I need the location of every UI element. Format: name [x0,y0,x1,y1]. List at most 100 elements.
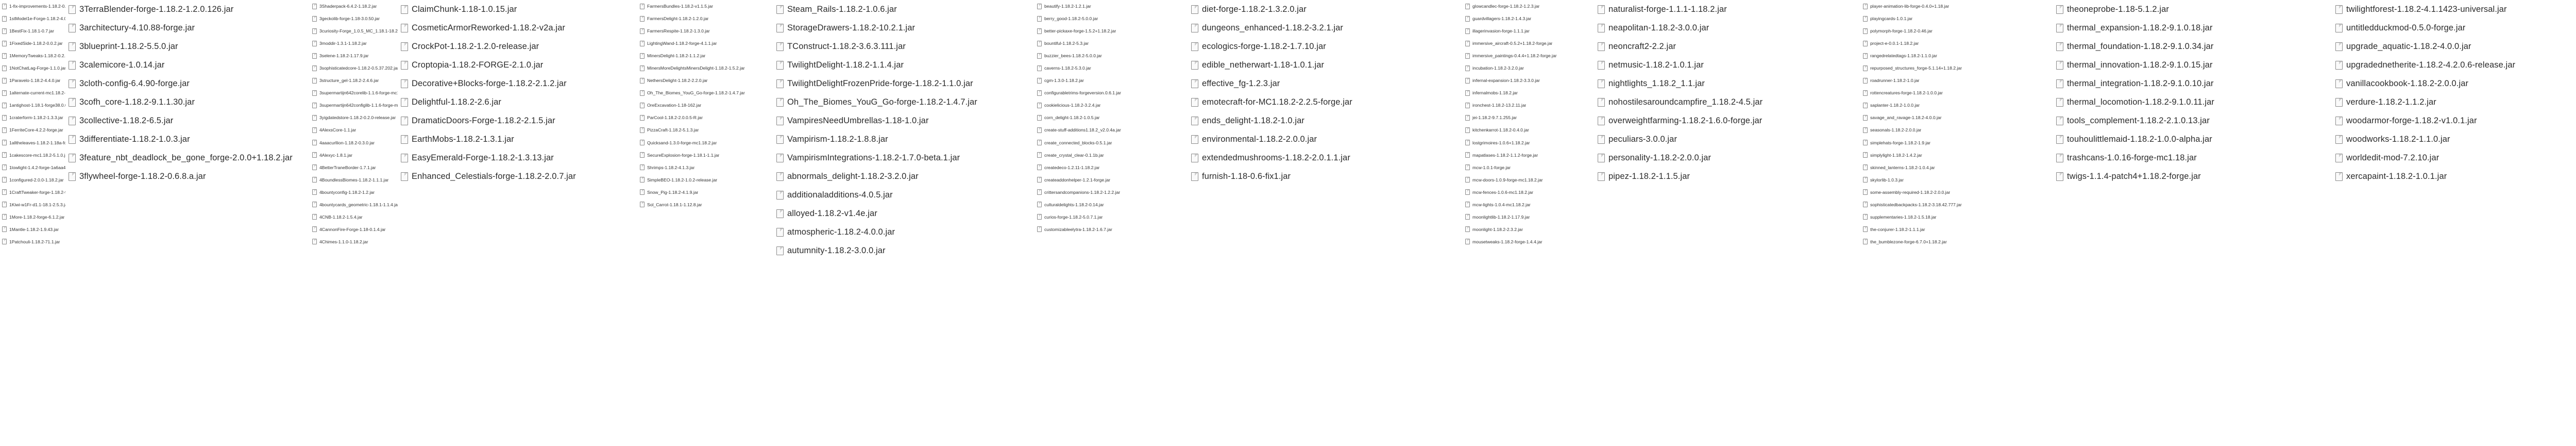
file-item[interactable]: 3calemicore-1.0.14.jar [65,56,310,74]
file-item[interactable]: mousetweaks-1.18.2-forge-1.4.4.jar [1463,236,1594,248]
file-item[interactable]: upgrade_aquatic-1.18.2-4.0.0.jar [2332,37,2576,56]
file-item[interactable]: 1MemoryTweaks-1.18.2-0.2.3.jar [0,49,65,62]
file-item[interactable]: upgradednetherite-1.18.2-4.2.0.6-release… [2332,56,2576,74]
file-item[interactable]: the_bumblezone-forge-6.7.0+1.18.2.jar [1861,236,2036,248]
file-item[interactable]: caverns-1.18.2-5.3.0.jar [1035,62,1197,74]
file-item[interactable]: playingcards-1.0.1.jar [1861,12,2036,25]
file-item[interactable]: ClaimChunk-1.18-1.0.15.jar [398,0,629,19]
file-item[interactable]: 3supermartijn642corelib-1.1.6-forge-mc1.… [310,87,398,99]
file-item[interactable]: ecologics-forge-1.18.2-1.7.10.jar [1188,37,1454,56]
file-item[interactable]: 4bountyconfig-1.18.2-1.2.jar [310,186,398,199]
file-item[interactable]: edible_netherwart-1.18-1.0.1.jar [1188,56,1454,74]
file-item[interactable]: neapolitan-1.18.2-3.0.0.jar [1595,19,1874,37]
file-item[interactable]: 1BestFix-1.18.1-0.7.jar [0,25,65,37]
file-item[interactable]: SimpleBEO-1.18.2-1.0.2-release.jar [638,174,765,186]
file-item[interactable]: verdure-1.18.2-1.1.2.jar [2332,93,2576,111]
file-item[interactable]: 3blueprint-1.18.2-5.5.0.jar [65,37,310,56]
file-item[interactable]: 1configured-2.0.0-1.18.2.jar [0,174,65,186]
file-item[interactable]: 1alternate-current-mc1.18.2-1.2.1.jar [0,87,65,99]
file-item[interactable]: beautify-1.18.2-1.2.1.jar [1035,0,1197,12]
file-item[interactable]: repurposed_structures_forge-5.1.14+1.18.… [1861,62,2036,74]
file-item[interactable]: 3differentiate-1.18.2-1.0.3.jar [65,130,310,148]
file-item[interactable]: LightingWand-1.18.2-forge-4.1.1.jar [638,37,765,49]
file-item[interactable]: 3geckolib-forge-1.18-3.0.50.jar [310,12,398,25]
file-item[interactable]: mcw-fences-1.0.6-mc1.18.2.jar [1463,186,1594,199]
file-item[interactable]: 1antighost-1.18.1-forge38.0.0-1.1.2.jar [0,99,65,111]
file-item[interactable]: cookielicious-1.18.2-3.2.4.jar [1035,99,1197,111]
file-item[interactable]: rangedrelatedtags-1.18.2-1.1.0.jar [1861,49,2036,62]
file-item[interactable]: crittersandcompanions-1.18.2-1.2.2.jar [1035,186,1197,199]
file-item[interactable]: extendedmushrooms-1.18.2-2.0.1.1.jar [1188,148,1454,167]
file-item[interactable]: thermal_integration-1.18.2-9.1.0.10.jar [2053,74,2315,93]
file-item[interactable]: 1FerriteCore-4.2.2-forge.jar [0,124,65,136]
file-item[interactable]: peculiars-3.0.0.jar [1595,130,1874,148]
file-item[interactable]: overweightfarming-1.18.2-1.6.0-forge.jar [1595,111,1874,130]
file-item[interactable]: furnish-1.18-0.6-fix1.jar [1188,167,1454,186]
file-item[interactable]: PizzaCraft-1.18.2-5.1.3.jar [638,124,765,136]
file-item[interactable]: 1alltheleaves-1.18.2-1.18a-forge-1.5.3.j… [0,137,65,149]
file-item[interactable]: 3flywheel-forge-1.18.2-0.6.8.a.jar [65,167,310,186]
file-item[interactable]: cgm-1.3.0-1.18.2.jar [1035,74,1197,87]
file-item[interactable]: moonlightlib-1.18.2-1.17.9.jar [1463,211,1594,223]
file-item[interactable]: savage_and_ravage-1.18.2-4.0.0.jar [1861,111,2036,124]
file-item[interactable]: untitledduckmod-0.5.0-forge.jar [2332,19,2576,37]
file-item[interactable]: diet-forge-1.18.2-1.3.2.0.jar [1188,0,1454,19]
file-item[interactable]: simplehats-forge-1.18.2-1.9.jar [1861,137,2036,149]
file-item[interactable]: 1FixedSide-1.18.2-0.0.2.jar [0,37,65,49]
file-item[interactable]: thermal_foundation-1.18.2-9.1.0.34.jar [2053,37,2315,56]
file-item[interactable]: simplylight-1.18.2-1.4.2.jar [1861,149,2036,161]
file-item[interactable]: EasyEmerald-Forge-1.18.2-1.3.13.jar [398,148,629,167]
file-item[interactable]: twigs-1.1.4-patch4+1.18.2-forge.jar [2053,167,2315,186]
file-item[interactable]: EarthMobs-1.18.2-1.3.1.jar [398,130,629,148]
file-item[interactable]: mcw-doors-1.0.9-forge-mc1.18.2.jar [1463,174,1594,186]
file-item[interactable]: CosmeticArmorReworked-1.18.2-v2a.jar [398,19,629,37]
file-item[interactable]: worldedit-mod-7.2.10.jar [2332,148,2576,167]
file-item[interactable]: kitchenkarrot-1.18.2-0.4.0.jar [1463,124,1594,136]
file-item[interactable]: twilightforest-1.18.2-4.1.1423-universal… [2332,0,2576,19]
file-item[interactable]: Enhanced_Celestials-forge-1.18.2-2.0.7.j… [398,167,629,186]
file-item[interactable]: immersive_aircraft-0.5.2+1.18.2-forge.ja… [1463,37,1594,49]
file-item[interactable]: the-conjurer-1.18.2-1.1.1.jar [1861,223,2036,236]
file-item[interactable]: create_crystal_clear-0.1.1b.jar [1035,149,1197,161]
file-item[interactable]: 1cakescore-mc1.18.2-5.1.0.jar [0,149,65,161]
file-item[interactable]: pipez-1.18.2-1.1.5.jar [1595,167,1874,186]
file-item[interactable]: dungeons_enhanced-1.18.2-3.2.1.jar [1188,19,1454,37]
file-item[interactable]: Croptopia-1.18.2-FORGE-2.1.0.jar [398,56,629,74]
file-item[interactable]: 3architectury-4.10.88-forge.jar [65,19,310,37]
file-item[interactable]: 3yigdatedstore-1.18.2-0.2.0-release.jar [310,111,398,124]
file-item[interactable]: 3curiosity-Forge_1.0.5_MC_1.18.1-18.2.ja… [310,25,398,37]
file-item[interactable]: 4Alexyc-1.8.1.jar [310,149,398,161]
file-item[interactable]: glowcandlec-forge-1.18.2-1.2.3.jar [1463,0,1594,12]
file-item[interactable]: corn_delight-1.18.2-1.0.5.jar [1035,111,1197,124]
file-item[interactable]: bountiful-1.18.2-5.3.jar [1035,37,1197,49]
file-item[interactable]: berry_good-1.18.2-5.0.0.jar [1035,12,1197,25]
file-item[interactable]: theoneprobe-1.18-5.1.2.jar [2053,0,2315,19]
file-item[interactable]: create-stuff-additions1.18.2_v2.0.4a.jar [1035,124,1197,136]
file-item[interactable]: xercapaint-1.18.2-1.0.1.jar [2332,167,2576,186]
file-item[interactable]: naturalist-forge-1.1.1-1.18.2.jar [1595,0,1874,19]
file-item[interactable]: rottencreatures-forge-1.18.2-1.0.0.jar [1861,87,2036,99]
file-item[interactable]: netmusic-1.18.2-1.0.1.jar [1595,56,1874,74]
file-item[interactable]: infernal-expansion-1.18.2-3.3.0.jar [1463,74,1594,87]
file-item[interactable]: 1Kiwi-w1Fr-d1.1-18.1-2.5.3.jar [0,199,65,211]
file-item[interactable]: 4bountycards_geometric-1.18.1-1.1.4.jar [310,199,398,211]
file-item[interactable]: 3selene-1.18.2-1.17.9.jar [310,49,398,62]
file-item[interactable]: FarmersBundles-1.18.2-v1.1.5.jar [638,0,765,12]
file-item[interactable]: polymorph-forge-1.18.2-0.46.jar [1861,25,2036,37]
file-item[interactable]: 1More-1.18.2-forge-6.1.2.jar [0,211,65,223]
file-item[interactable]: 1stModel1e-Forge-1.18.2-4.0.2.jar [0,12,65,25]
file-item[interactable]: 1Paravelo-1.18.2-4.4.0.jar [0,74,65,87]
file-item[interactable]: Sol_Carrot-1.18.1-1.12.8.jar [638,199,765,211]
file-item[interactable]: 4CannonFire-Forge-1.18-0.1.4.jar [310,223,398,236]
file-item[interactable]: 3collective-1.18.2-6.5.jar [65,111,310,130]
file-item[interactable]: guardvillagers-1.18.2-1.4.3.jar [1463,12,1594,25]
file-item[interactable]: woodarmor-forge-1.18.2-v1.0.1.jar [2332,111,2576,130]
file-item[interactable]: create_connected_blocks-0.5.1.jar [1035,137,1197,149]
file-item[interactable]: thermal_locomotion-1.18.2-9.1.0.11.jar [2053,93,2315,111]
file-item[interactable]: jei-1.18.2-9.7.1.255.jar [1463,111,1594,124]
file-item[interactable]: neoncraft2-2.2.jar [1595,37,1874,56]
file-item[interactable]: 1Patchouli-1.18.2-71.1.jar [0,236,65,248]
file-item[interactable]: 1Mantle-1.18.2-1.9.43.jar [0,223,65,236]
file-item[interactable]: mcw-lights-1.0.4-mc1.18.2.jar [1463,199,1594,211]
file-item[interactable]: 3cofh_core-1.18.2-9.1.1.30.jar [65,93,310,111]
